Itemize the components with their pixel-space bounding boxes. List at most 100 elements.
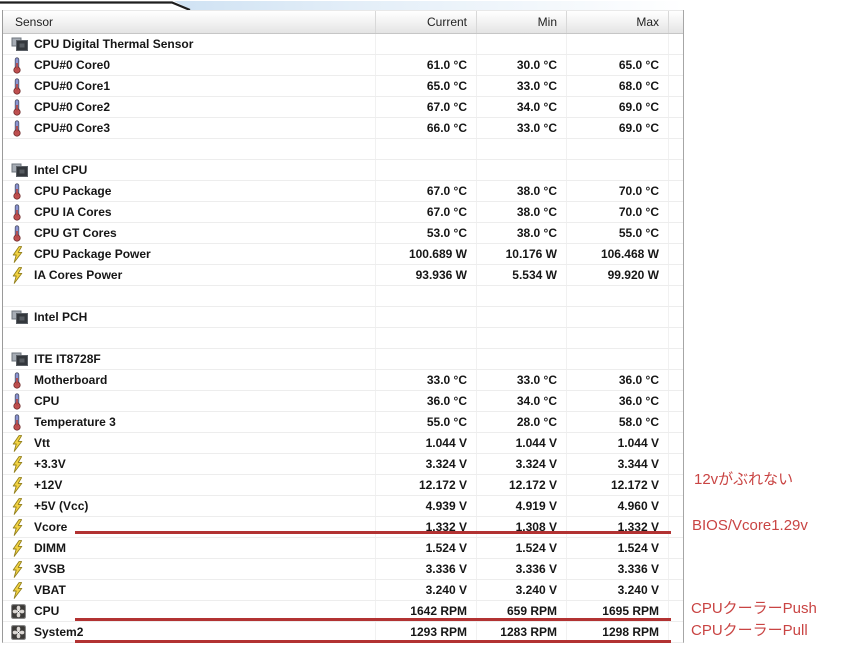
sensor-row[interactable]: CPU#0 Core1 65.0 °C 33.0 °C 68.0 °C <box>3 76 683 97</box>
empty-cell <box>668 307 683 327</box>
empty-cell <box>668 412 683 432</box>
min-value: 34.0 °C <box>476 391 566 411</box>
sensor-rows: CPU Digital Thermal Sensor CPU#0 Core0 61.… <box>3 34 683 643</box>
sensor-cell: Motherboard <box>3 370 375 390</box>
sensor-row[interactable]: Motherboard 33.0 °C 33.0 °C 36.0 °C <box>3 370 683 391</box>
min-value: 1.308 V <box>476 517 566 537</box>
sensor-cell: System2 <box>3 622 375 642</box>
max-value: 99.920 W <box>566 265 668 285</box>
sensor-row[interactable]: CPU IA Cores 67.0 °C 38.0 °C 70.0 °C <box>3 202 683 223</box>
min-value: 33.0 °C <box>476 370 566 390</box>
max-value: 70.0 °C <box>566 181 668 201</box>
max-value <box>566 328 668 348</box>
sensor-row[interactable]: +12V 12.172 V 12.172 V 12.172 V <box>3 475 683 496</box>
sensor-cell: CPU#0 Core0 <box>3 55 375 75</box>
sensor-group-row[interactable]: ITE IT8728F <box>3 349 683 370</box>
thermometer-icon <box>11 98 34 116</box>
column-header-stub <box>668 11 683 33</box>
current-value <box>375 328 476 348</box>
empty-cell <box>668 538 683 558</box>
sensor-label: Vcore <box>34 520 68 534</box>
sensor-row[interactable]: Vcore 1.332 V 1.308 V 1.332 V <box>3 517 683 538</box>
max-value: 69.0 °C <box>566 97 668 117</box>
max-value: 3.336 V <box>566 559 668 579</box>
min-value: 38.0 °C <box>476 223 566 243</box>
annotation-vcore-bios: BIOS/Vcore1.29v <box>692 517 808 534</box>
min-value <box>476 286 566 306</box>
current-value: 65.0 °C <box>375 76 476 96</box>
current-value <box>375 160 476 180</box>
annotation-cpu-cooler-push: CPUクーラーPush <box>691 600 817 617</box>
empty-cell <box>668 391 683 411</box>
sensor-row[interactable]: Temperature 3 55.0 °C 28.0 °C 58.0 °C <box>3 412 683 433</box>
empty-cell <box>668 139 683 159</box>
lightning-icon <box>11 266 34 284</box>
sensor-cell: +3.3V <box>3 454 375 474</box>
sensor-row[interactable]: CPU#0 Core0 61.0 °C 30.0 °C 65.0 °C <box>3 55 683 76</box>
current-value: 1.332 V <box>375 517 476 537</box>
sensor-row[interactable]: +5V (Vcc) 4.939 V 4.919 V 4.960 V <box>3 496 683 517</box>
max-value: 65.0 °C <box>566 55 668 75</box>
sensor-group-row[interactable]: Intel PCH <box>3 307 683 328</box>
sensor-row[interactable]: CPU#0 Core2 67.0 °C 34.0 °C 69.0 °C <box>3 97 683 118</box>
current-value: 67.0 °C <box>375 97 476 117</box>
sensor-label: IA Cores Power <box>34 268 123 282</box>
sensor-row[interactable]: Vtt 1.044 V 1.044 V 1.044 V <box>3 433 683 454</box>
lightning-icon <box>11 539 34 557</box>
max-value: 36.0 °C <box>566 370 668 390</box>
column-header-min[interactable]: Min <box>476 11 566 33</box>
sensor-cell: +5V (Vcc) <box>3 496 375 516</box>
sensor-row[interactable]: VBAT 3.240 V 3.240 V 3.240 V <box>3 580 683 601</box>
sensor-row[interactable]: +3.3V 3.324 V 3.324 V 3.344 V <box>3 454 683 475</box>
min-value: 3.336 V <box>476 559 566 579</box>
current-value: 36.0 °C <box>375 391 476 411</box>
empty-cell <box>668 181 683 201</box>
system2-box-top-line <box>75 618 671 621</box>
sensor-panel: Sensor Current Min Max CPU Digital Therm… <box>2 10 684 643</box>
sensor-row[interactable]: CPU GT Cores 53.0 °C 38.0 °C 55.0 °C <box>3 223 683 244</box>
empty-cell <box>668 202 683 222</box>
sensor-label: 3VSB <box>34 562 66 576</box>
sensor-label: CPU <box>34 394 60 408</box>
max-value: 70.0 °C <box>566 202 668 222</box>
annotation-12v: 12vがぶれない <box>694 471 794 488</box>
sensor-row[interactable]: IA Cores Power 93.936 W 5.534 W 99.920 W <box>3 265 683 286</box>
min-value: 3.240 V <box>476 580 566 600</box>
empty-cell <box>668 517 683 537</box>
current-value: 93.936 W <box>375 265 476 285</box>
sensor-row[interactable]: DIMM 1.524 V 1.524 V 1.524 V <box>3 538 683 559</box>
sensor-label: Vtt <box>34 436 50 450</box>
max-value <box>566 286 668 306</box>
system2-box-bottom-line <box>75 640 671 643</box>
sensor-label: CPU#0 Core0 <box>34 58 111 72</box>
empty-cell <box>668 454 683 474</box>
sensor-cell: IA Cores Power <box>3 265 375 285</box>
current-value: 12.172 V <box>375 475 476 495</box>
empty-cell <box>668 580 683 600</box>
current-value: 53.0 °C <box>375 223 476 243</box>
column-header-max[interactable]: Max <box>566 11 668 33</box>
sensor-group-row[interactable]: Intel CPU <box>3 160 683 181</box>
min-value: 1.044 V <box>476 433 566 453</box>
sensor-row[interactable]: 3VSB 3.336 V 3.336 V 3.336 V <box>3 559 683 580</box>
chip-icon <box>11 310 34 325</box>
empty-cell <box>668 55 683 75</box>
sensor-group-row[interactable]: CPU Digital Thermal Sensor <box>3 34 683 55</box>
sensor-row[interactable]: CPU Package 67.0 °C 38.0 °C 70.0 °C <box>3 181 683 202</box>
max-value: 36.0 °C <box>566 391 668 411</box>
empty-cell <box>668 97 683 117</box>
sensor-row[interactable]: CPU#0 Core3 66.0 °C 33.0 °C 69.0 °C <box>3 118 683 139</box>
empty-cell <box>668 496 683 516</box>
current-value: 67.0 °C <box>375 181 476 201</box>
sensor-row[interactable]: CPU Package Power 100.689 W 10.176 W 106.46… <box>3 244 683 265</box>
column-header-sensor[interactable]: Sensor <box>3 11 375 33</box>
sensor-row[interactable]: CPU 36.0 °C 34.0 °C 36.0 °C <box>3 391 683 412</box>
column-header-current[interactable]: Current <box>375 11 476 33</box>
spacer-row <box>3 139 683 160</box>
thermometer-icon <box>11 413 34 431</box>
empty-cell <box>668 160 683 180</box>
thermometer-icon <box>11 224 34 242</box>
current-value: 3.336 V <box>375 559 476 579</box>
min-value: 38.0 °C <box>476 181 566 201</box>
empty-cell <box>668 433 683 453</box>
